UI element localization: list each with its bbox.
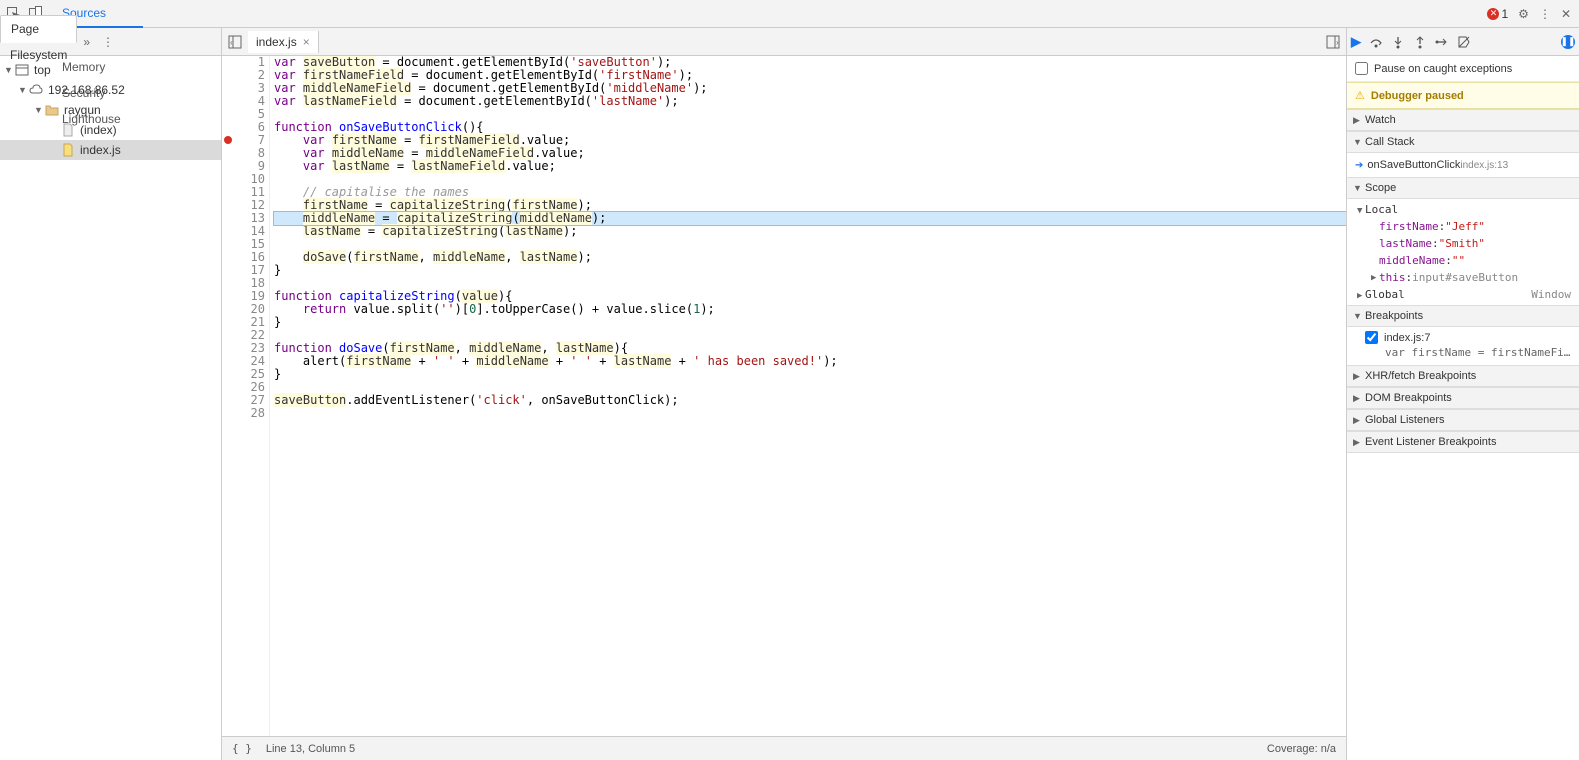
scope-var-row[interactable]: middleName: "" xyxy=(1347,252,1579,269)
format-icon[interactable]: { } xyxy=(232,742,252,755)
breakpoint-entry[interactable]: index.js:7 xyxy=(1347,329,1579,346)
tree-file-indexjs[interactable]: index.js xyxy=(0,140,221,160)
js-file-icon xyxy=(60,142,76,158)
navigator-tab-page[interactable]: Page xyxy=(0,15,77,43)
cloud-icon xyxy=(28,82,44,98)
navigator-menu-icon[interactable]: ⋮ xyxy=(96,31,120,53)
resume-icon[interactable]: ▶ xyxy=(1351,34,1361,50)
tree-file-label: (index) xyxy=(80,123,117,137)
tree-file-label: index.js xyxy=(80,143,121,157)
toggle-right-icon[interactable]: › xyxy=(1320,31,1346,53)
coverage-status: Coverage: n/a xyxy=(1267,743,1336,755)
xhr-section-header[interactable]: ▶XHR/fetch Breakpoints xyxy=(1347,365,1579,387)
file-tab[interactable]: index.js × xyxy=(248,31,319,53)
breakpoint-text: var firstName = firstNameFi… xyxy=(1347,346,1579,363)
pause-caught-label: Pause on caught exceptions xyxy=(1374,63,1512,75)
pause-caught-checkbox[interactable] xyxy=(1355,62,1368,75)
svg-text:‹: ‹ xyxy=(230,38,233,47)
step-into-icon[interactable] xyxy=(1391,35,1405,49)
settings-icon[interactable]: ⚙ xyxy=(1518,7,1529,21)
dom-bp-section-header[interactable]: ▶DOM Breakpoints xyxy=(1347,387,1579,409)
pause-caught-row[interactable]: Pause on caught exceptions xyxy=(1347,56,1579,82)
deactivate-bp-icon[interactable] xyxy=(1457,35,1471,49)
code-line[interactable]: doSave(firstName, middleName, lastName); xyxy=(274,251,1346,264)
navigator-tabs: PageFilesystem » ⋮ xyxy=(0,28,221,56)
tree-folder-label: raygun xyxy=(64,103,101,117)
code-line[interactable] xyxy=(274,407,1346,420)
code-line[interactable]: var lastNameField = document.getElementB… xyxy=(274,95,1346,108)
callstack-frame[interactable]: onSaveButtonClick index.js:13 xyxy=(1347,155,1579,175)
toggle-nav-icon[interactable]: ‹ xyxy=(222,31,248,53)
step-over-icon[interactable] xyxy=(1369,35,1383,49)
code-line[interactable]: } xyxy=(274,264,1346,277)
code-line[interactable]: } xyxy=(274,368,1346,381)
global-listeners-section-header[interactable]: ▶Global Listeners xyxy=(1347,409,1579,431)
navigator-more-icon[interactable]: » xyxy=(77,31,96,53)
svg-text:›: › xyxy=(1336,38,1339,47)
scope-global-header[interactable]: ▶Global Window xyxy=(1347,286,1579,303)
scope-local-header[interactable]: ▼Local xyxy=(1347,201,1579,218)
devtools-top-tabs: ElementsConsoleNetworkPerformanceSources… xyxy=(0,0,1579,28)
editor-tabs: ‹ index.js × › xyxy=(222,28,1346,56)
scope-var-row[interactable]: lastName: "Smith" xyxy=(1347,235,1579,252)
breakpoint-marker[interactable] xyxy=(224,136,232,144)
code-line[interactable]: lastName = capitalizeString(lastName); xyxy=(274,225,1346,238)
scope-section-header[interactable]: ▼Scope xyxy=(1347,177,1579,199)
callstack-section-header[interactable]: ▼Call Stack xyxy=(1347,131,1579,153)
debugger-toolbar: ▶ ❚❚ xyxy=(1347,28,1579,56)
step-out-icon[interactable] xyxy=(1413,35,1427,49)
navigator-panel: PageFilesystem » ⋮ ▼ top ▼ 192.168.86.52… xyxy=(0,28,222,760)
code-line[interactable]: saveButton.addEventListener('click', onS… xyxy=(274,394,1346,407)
debugger-paused-banner: Debugger paused xyxy=(1347,82,1579,109)
close-tab-icon[interactable]: × xyxy=(303,35,310,49)
code-line[interactable]: } xyxy=(274,316,1346,329)
event-listener-bp-section-header[interactable]: ▶Event Listener Breakpoints xyxy=(1347,431,1579,453)
folder-icon xyxy=(44,102,60,118)
code-line[interactable]: var lastName = lastNameField.value; xyxy=(274,160,1346,173)
callstack-loc: index.js:13 xyxy=(1460,160,1508,171)
tree-host-label: 192.168.86.52 xyxy=(48,83,125,97)
tree-file-index[interactable]: (index) xyxy=(0,120,221,140)
debugger-panel: ▶ ❚❚ Pause on caught exceptions Debugger… xyxy=(1347,28,1579,760)
scope-this-row[interactable]: ▶ this: input#saveButton xyxy=(1347,269,1579,286)
error-count-badge[interactable]: ✕1 xyxy=(1487,7,1508,21)
breakpoint-checkbox[interactable] xyxy=(1365,331,1378,344)
editor-panel: ‹ index.js × › 1234567891011121314151617… xyxy=(222,28,1347,760)
code-line[interactable]: alert(firstName + ' ' + middleName + ' '… xyxy=(274,355,1346,368)
file-icon xyxy=(60,122,76,138)
close-devtools-icon[interactable]: ✕ xyxy=(1561,7,1571,21)
tree-top-label: top xyxy=(34,63,51,77)
tree-top[interactable]: ▼ top xyxy=(0,60,221,80)
more-icon[interactable]: ⋮ xyxy=(1539,7,1551,21)
pause-state-icon[interactable]: ❚❚ xyxy=(1561,35,1575,49)
window-icon xyxy=(14,62,30,78)
code-line[interactable]: return value.split('')[0].toUpperCase() … xyxy=(274,303,1346,316)
file-tab-label: index.js xyxy=(256,35,297,49)
tree-folder[interactable]: ▼ raygun xyxy=(0,100,221,120)
tree-host[interactable]: ▼ 192.168.86.52 xyxy=(0,80,221,100)
step-icon[interactable] xyxy=(1435,35,1449,49)
scope-var-row[interactable]: firstName: "Jeff" xyxy=(1347,218,1579,235)
file-tree: ▼ top ▼ 192.168.86.52 ▼ raygun (index) xyxy=(0,56,221,164)
watch-section-header[interactable]: ▶Watch xyxy=(1347,109,1579,131)
editor-status-bar: { } Line 13, Column 5 Coverage: n/a xyxy=(222,736,1346,760)
code-editor[interactable]: 1234567891011121314151617181920212223242… xyxy=(222,56,1346,736)
breakpoints-section-header[interactable]: ▼Breakpoints xyxy=(1347,305,1579,327)
cursor-position: Line 13, Column 5 xyxy=(266,743,355,755)
